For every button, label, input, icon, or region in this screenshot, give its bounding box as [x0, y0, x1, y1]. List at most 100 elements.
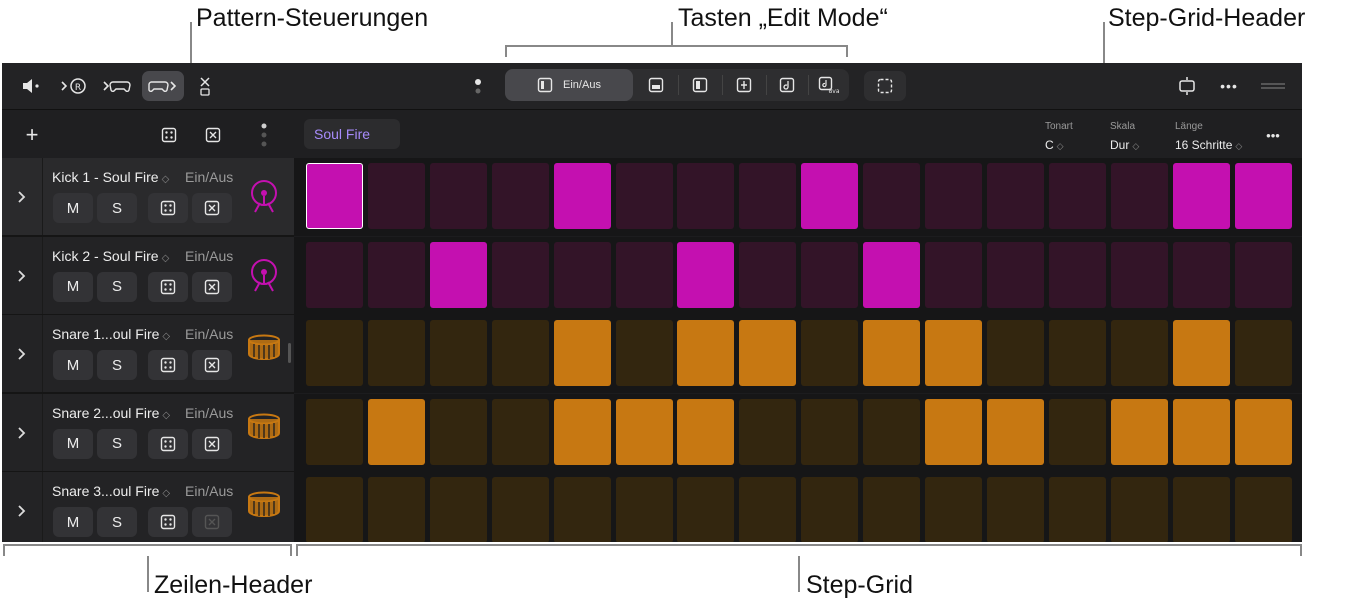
step-cell[interactable] [986, 398, 1044, 465]
kick-drum-icon[interactable] [246, 176, 284, 216]
step-cell[interactable] [925, 241, 982, 308]
step-cell[interactable] [801, 398, 859, 465]
solo-button[interactable]: S [97, 271, 137, 302]
edit-mode-gate-button[interactable] [679, 69, 721, 101]
header-more-button[interactable]: ••• [1258, 120, 1288, 150]
step-cell[interactable] [615, 477, 673, 542]
step-cell[interactable] [306, 320, 363, 386]
snare-drum-icon[interactable] [246, 333, 284, 373]
row-clear-button[interactable] [192, 428, 232, 459]
expand-chevron-icon[interactable] [2, 236, 43, 315]
step-cell[interactable] [677, 320, 735, 386]
step-cell[interactable] [1172, 477, 1230, 542]
speaker-icon[interactable] [16, 71, 46, 101]
step-cell[interactable] [367, 477, 425, 542]
step-cell[interactable] [553, 320, 611, 386]
step-cell[interactable] [1110, 320, 1168, 386]
row-header[interactable]: Snare 1...oul Fire ◇ Ein/Aus M S [2, 315, 294, 393]
step-cell[interactable] [615, 320, 673, 386]
step-cell[interactable] [986, 163, 1044, 229]
gamepad-arrow-icon[interactable] [100, 71, 134, 101]
step-cell[interactable] [986, 320, 1044, 386]
row-randomize-button[interactable] [148, 271, 188, 302]
row-header[interactable]: Kick 1 - Soul Fire ◇ Ein/Aus M S [2, 158, 294, 236]
row-clear-button[interactable] [192, 350, 232, 380]
step-cell[interactable] [1048, 398, 1106, 465]
row-header[interactable]: Kick 2 - Soul Fire ◇ Ein/Aus M S [2, 236, 294, 315]
expand-chevron-icon[interactable] [2, 393, 43, 472]
step-cell[interactable] [1234, 320, 1292, 386]
step-cell[interactable] [677, 241, 735, 308]
step-cell[interactable] [677, 163, 735, 229]
selection-icon[interactable] [864, 71, 906, 101]
key-selector[interactable]: C ◇ [1045, 138, 1064, 152]
pattern-clear-button[interactable] [196, 120, 230, 150]
expand-chevron-icon[interactable] [2, 158, 43, 236]
gamepad-active-icon[interactable] [142, 71, 184, 101]
step-cell[interactable] [553, 477, 611, 542]
more-icon[interactable]: ••• [1214, 71, 1244, 101]
step-cell[interactable] [1234, 477, 1292, 542]
step-cell[interactable] [863, 477, 921, 542]
track-name[interactable]: Snare 1...oul Fire ◇ [52, 326, 170, 342]
row-header[interactable]: Snare 3...oul Fire ◇ Ein/Aus M S [2, 472, 294, 542]
step-cell[interactable] [429, 398, 487, 465]
step-cell[interactable] [1234, 163, 1292, 229]
step-cell[interactable] [429, 241, 487, 308]
step-cell[interactable] [1048, 163, 1106, 229]
step-cell[interactable] [615, 398, 673, 465]
snare-drum-icon[interactable] [246, 412, 284, 452]
row-randomize-button[interactable] [148, 428, 188, 459]
step-cell[interactable] [925, 477, 982, 542]
step-cell[interactable] [986, 477, 1044, 542]
row-clear-button[interactable] [192, 193, 232, 223]
edit-mode-octave-button[interactable]: 8va [809, 69, 849, 101]
page-indicator-icon[interactable] [468, 71, 488, 101]
mute-button[interactable]: M [53, 350, 93, 380]
step-cell[interactable] [553, 241, 611, 308]
kick-drum-icon[interactable] [246, 255, 284, 295]
row-clear-button[interactable] [192, 271, 232, 302]
pattern-name-field[interactable]: Soul Fire [304, 119, 400, 149]
row-randomize-button[interactable] [148, 507, 188, 537]
step-cell[interactable] [925, 163, 982, 229]
step-cell[interactable] [491, 241, 549, 308]
mute-button[interactable]: M [53, 193, 93, 223]
step-cell[interactable] [739, 398, 797, 465]
row-clear-button[interactable] [192, 507, 232, 537]
step-cell[interactable] [739, 320, 797, 386]
snare-drum-icon[interactable] [246, 490, 284, 530]
step-cell[interactable] [1172, 398, 1230, 465]
edit-mode-velocity-button[interactable] [635, 69, 677, 101]
step-cell[interactable] [367, 320, 425, 386]
step-cell[interactable] [429, 320, 487, 386]
solo-button[interactable]: S [97, 350, 137, 380]
step-cell[interactable] [739, 163, 797, 229]
mute-button[interactable]: M [53, 428, 93, 459]
step-cell[interactable] [306, 241, 363, 308]
step-cell[interactable] [1110, 477, 1168, 542]
close-stack-icon[interactable] [194, 71, 216, 101]
step-cell[interactable] [306, 477, 363, 542]
step-cell[interactable] [801, 477, 859, 542]
track-name[interactable]: Snare 2...oul Fire ◇ [52, 405, 170, 421]
row-header[interactable]: Snare 2...oul Fire ◇ Ein/Aus M S [2, 393, 294, 472]
step-cell[interactable] [1110, 398, 1168, 465]
step-cell[interactable] [1048, 320, 1106, 386]
step-cell[interactable] [1110, 163, 1168, 229]
solo-button[interactable]: S [97, 428, 137, 459]
edit-mode-on-off-button[interactable]: Ein/Aus [505, 69, 633, 101]
step-cell[interactable] [1110, 241, 1168, 308]
step-cell[interactable] [306, 163, 363, 229]
loop-icon[interactable] [1172, 71, 1202, 101]
step-cell[interactable] [801, 241, 859, 308]
step-cell[interactable] [615, 163, 673, 229]
step-cell[interactable] [863, 398, 921, 465]
mute-button[interactable]: M [53, 507, 93, 537]
solo-button[interactable]: S [97, 193, 137, 223]
step-cell[interactable] [306, 398, 363, 465]
step-cell[interactable] [863, 163, 921, 229]
track-name[interactable]: Kick 1 - Soul Fire ◇ [52, 169, 169, 185]
step-cell[interactable] [925, 398, 982, 465]
step-cell[interactable] [863, 241, 921, 308]
